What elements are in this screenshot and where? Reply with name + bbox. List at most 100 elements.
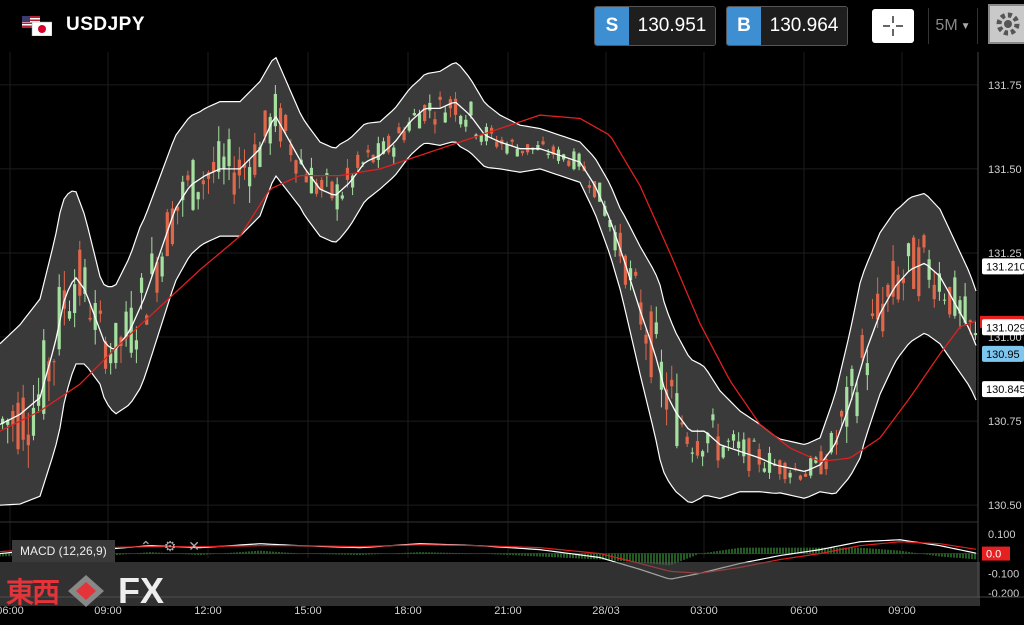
price-tick-label: 130.75 <box>988 416 1022 428</box>
sell-quote-button[interactable]: S 130.951 <box>594 6 716 46</box>
candle-body <box>222 156 226 170</box>
candle-body <box>906 243 911 257</box>
candle-body <box>356 154 360 168</box>
candle-body <box>284 114 288 131</box>
candle-body <box>520 150 525 154</box>
candle-body <box>160 256 164 277</box>
time-tick-label: 28/03 <box>592 605 620 617</box>
candle-body <box>464 119 468 127</box>
sell-tag: S <box>595 7 629 45</box>
price-tag-label: 131.210 <box>986 261 1024 273</box>
price-tick-label: 131.50 <box>988 164 1022 176</box>
candle-body <box>387 135 391 153</box>
price-tick-label: 130.50 <box>988 500 1022 512</box>
candle-body <box>803 473 808 477</box>
candle-body <box>443 112 447 123</box>
symbol-title[interactable]: USDJPY <box>66 14 145 36</box>
candle-body <box>366 149 370 153</box>
candle-body <box>31 407 36 436</box>
macd-settings-icon[interactable]: ⚙ <box>164 538 177 555</box>
candle-body <box>52 361 56 363</box>
remove-indicator-icon[interactable]: ✕ <box>188 538 200 555</box>
candle-body <box>412 113 416 116</box>
candle-body <box>809 458 813 476</box>
candle-body <box>690 452 694 454</box>
watermark-logo: 東西 FX <box>6 570 164 612</box>
candle-body <box>479 135 483 142</box>
candle-body <box>212 161 216 172</box>
candle-body <box>397 127 401 134</box>
time-tick-label: 12:00 <box>194 605 222 617</box>
candle-body <box>685 436 689 444</box>
time-tick-label: 03:00 <box>690 605 718 617</box>
candle-body <box>886 284 890 297</box>
candle-body <box>711 414 715 421</box>
macd-tools: ⌃ ⚙ ✕ <box>140 538 200 555</box>
candle-body <box>423 104 427 122</box>
candle-body <box>788 472 792 478</box>
candle-body <box>495 141 499 147</box>
band-fill <box>0 57 976 506</box>
candle-body <box>309 167 314 194</box>
candle-body <box>227 139 231 167</box>
candle-body <box>927 259 931 280</box>
candle-body <box>273 93 277 127</box>
time-tick-label: 21:00 <box>494 605 522 617</box>
price-tag-label: 130.95 <box>986 349 1020 361</box>
candle-body <box>505 144 509 154</box>
sell-price: 130.951 <box>629 7 715 45</box>
candle-body <box>845 386 849 427</box>
candle-body <box>541 141 545 145</box>
timeframe-selector[interactable]: 5M ▼ <box>928 8 978 44</box>
candle-body <box>263 110 267 137</box>
watermark-kanji: 東西 <box>6 577 60 608</box>
crosshair-button[interactable] <box>872 9 914 43</box>
candle-body <box>577 153 581 167</box>
macd-indicator-label[interactable]: MACD (12,26,9) <box>12 540 115 562</box>
us-jp-flag-icon <box>22 16 52 36</box>
candle-body <box>716 436 720 461</box>
buy-price: 130.964 <box>761 7 847 45</box>
candle-body <box>438 96 442 100</box>
candle-body <box>762 468 766 472</box>
candle-body <box>515 148 519 157</box>
buy-quote-button[interactable]: B 130.964 <box>726 6 848 46</box>
candle-body <box>114 322 118 363</box>
candle-body <box>922 235 926 248</box>
candle-body <box>917 247 921 297</box>
candle-body <box>134 340 139 350</box>
candle-body <box>731 434 736 441</box>
price-tick-label: 131.75 <box>988 80 1022 92</box>
candle-body <box>865 363 869 376</box>
buy-tag: B <box>727 7 761 45</box>
candle-body <box>98 310 102 314</box>
crosshair-icon <box>883 16 903 36</box>
candle-body <box>912 237 916 289</box>
candle-body <box>850 368 854 386</box>
candle-body <box>968 320 972 323</box>
candle-body <box>428 102 432 111</box>
settings-button[interactable] <box>988 4 1024 44</box>
candle-body <box>248 167 252 187</box>
price-axis: 131.75131.50131.25131.00130.75130.50131.… <box>980 80 1024 512</box>
time-tick-label: 09:00 <box>888 605 916 617</box>
candle-body <box>721 446 725 458</box>
candle-body <box>150 253 154 275</box>
diamond-logo-icon <box>68 575 105 607</box>
candle-body <box>654 322 658 335</box>
candle-body <box>942 299 947 301</box>
time-tick-label: 18:00 <box>394 605 422 617</box>
candle-body <box>433 119 437 125</box>
macd-current-value: 0.0 <box>986 549 1001 561</box>
chart-header: USDJPY S 130.951 B 130.964 5M ▼ <box>0 0 1024 52</box>
candle-body <box>783 462 787 480</box>
candle-body <box>330 181 334 199</box>
caret-down-icon: ▼ <box>960 20 971 32</box>
candle-body <box>232 172 236 195</box>
candle-body <box>42 340 46 414</box>
move-up-icon[interactable]: ⌃ <box>140 538 152 555</box>
candle-body <box>855 392 859 417</box>
candle-body <box>670 379 674 387</box>
candle-body <box>839 411 844 417</box>
candle-body <box>392 147 396 157</box>
